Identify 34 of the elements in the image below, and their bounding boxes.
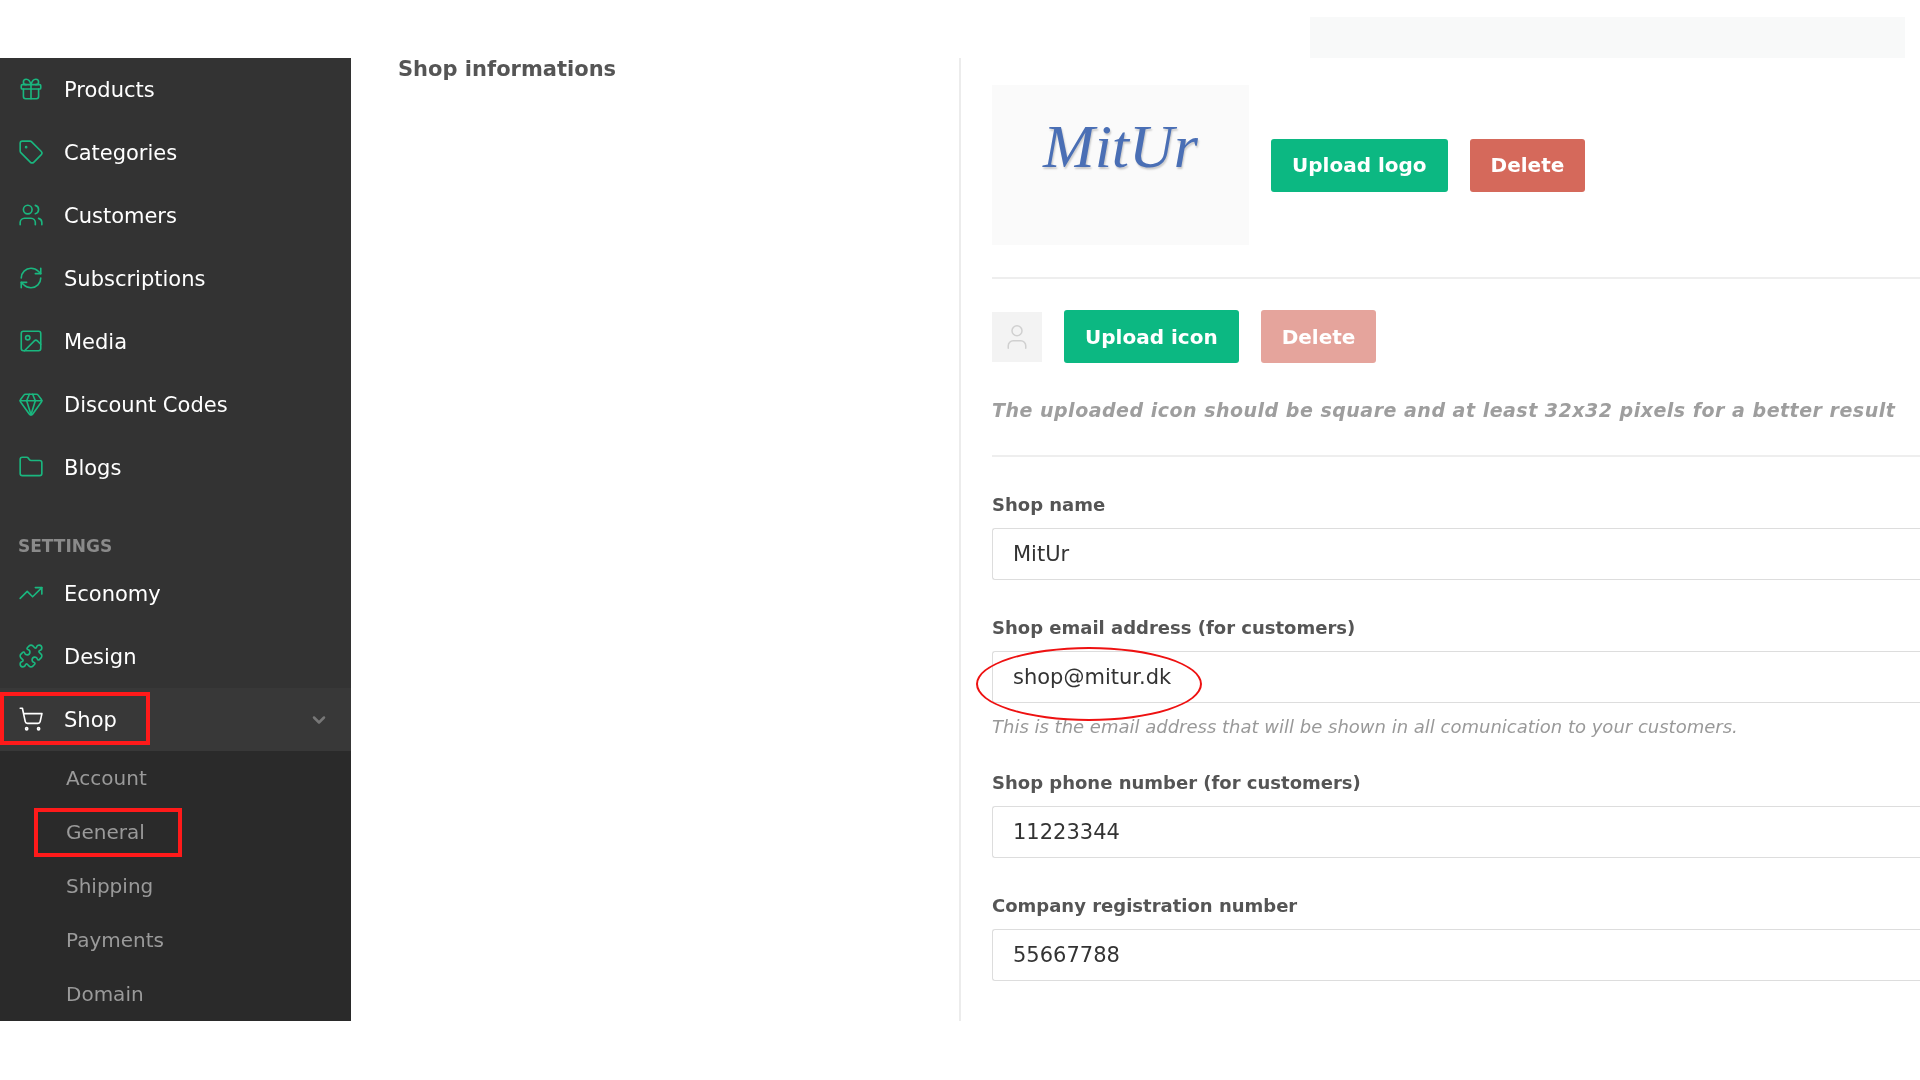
field-label: Shop name — [992, 494, 1107, 516]
sidebar-item[interactable]: Discount Codes — [0, 373, 351, 436]
sidebar-item[interactable]: Media — [0, 310, 351, 373]
field-label: Shop phone number (for customers) — [992, 772, 1362, 794]
sidebar-item[interactable]: Blogs — [0, 436, 351, 499]
input-field[interactable]: 11223344 — [992, 806, 1920, 858]
submenu-item[interactable]: General — [0, 805, 351, 859]
submenu-item[interactable]: Account — [0, 751, 351, 805]
sidebar-item[interactable]: Subscriptions — [0, 247, 351, 310]
puzzle-icon — [18, 642, 46, 671]
logo-text: MitUr — [1043, 111, 1198, 182]
help-text: This is the email address that will be shown in all comunication to your customers. — [992, 717, 1739, 737]
input-field[interactable]: MitUr — [992, 528, 1920, 580]
section-title: Shop informations — [397, 59, 617, 79]
sidebar-item[interactable]: Shop — [0, 688, 351, 751]
input-field[interactable]: 55667788 — [992, 929, 1920, 981]
sidebar-item[interactable]: Products — [0, 58, 351, 121]
section-heading: SETTINGS — [17, 535, 114, 558]
field-label: Shop email address (for customers) — [992, 617, 1357, 639]
sidebar-item[interactable]: Customers — [0, 184, 351, 247]
user-icon — [992, 311, 1042, 362]
field-label: Company registration number — [992, 895, 1299, 917]
input-field[interactable]: shop@mitur.dk — [992, 651, 1920, 703]
delete-button[interactable]: Delete — [1469, 138, 1586, 192]
cart-icon — [18, 705, 46, 734]
submenu-item[interactable]: Shipping — [0, 859, 351, 913]
tag-icon — [18, 138, 46, 167]
sidebar-item[interactable]: Categories — [0, 121, 351, 184]
submenu-item[interactable]: Payments — [0, 913, 351, 967]
gem-icon — [18, 390, 46, 419]
sidebar-item[interactable]: Economy — [0, 562, 351, 625]
sidebar-item[interactable]: Design — [0, 625, 351, 688]
submenu-item[interactable]: Domain — [0, 967, 351, 1021]
hint-text: The uploaded icon should be square and at least 32x32 pixels for a better result — [992, 363, 1920, 457]
